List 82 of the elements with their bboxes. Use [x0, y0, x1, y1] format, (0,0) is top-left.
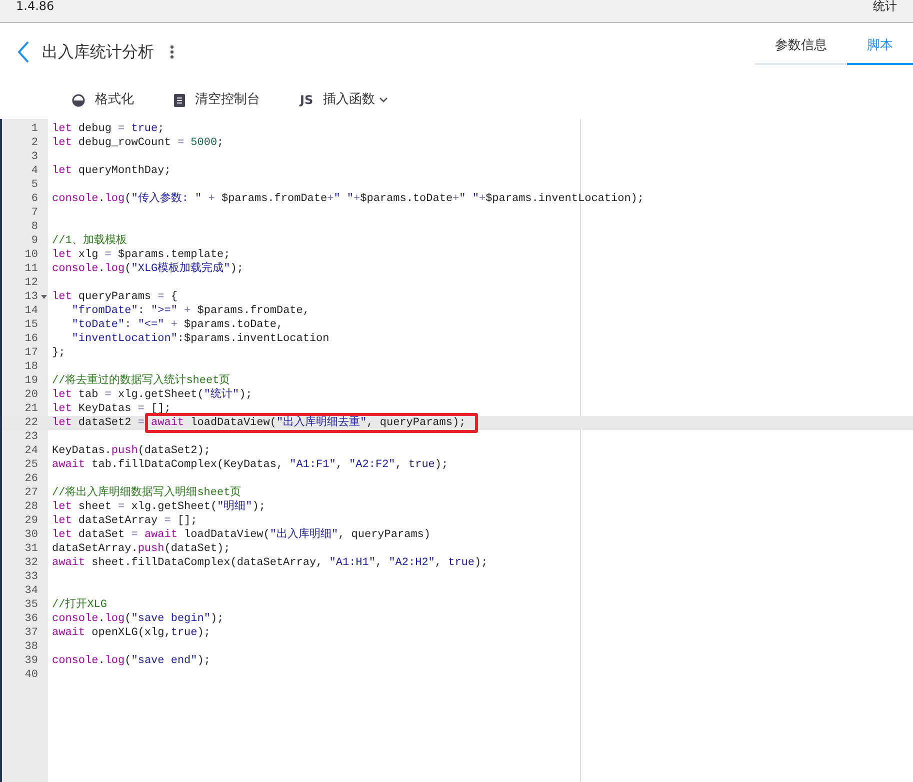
line-number: 22	[24, 416, 39, 430]
code-line: //将出入库明细数据写入明细sheet页	[51, 486, 242, 500]
code-line: console.log("save begin");	[51, 612, 224, 626]
line-number: 11	[24, 262, 39, 276]
line-number: 19	[24, 374, 39, 388]
line-number: 38	[24, 640, 39, 654]
line-number: 40	[24, 668, 39, 682]
code-line: let queryMonthDay;	[51, 164, 171, 178]
code-line: let debug = true;	[51, 122, 164, 136]
line-number: 23	[24, 430, 39, 444]
code-line: let debug_rowCount = 5000;	[51, 136, 224, 150]
code-line: let dataSet2 =	[51, 416, 146, 430]
code-line: let xlg = $params.template;	[51, 248, 230, 262]
tab[interactable]: 参数信息	[755, 29, 847, 63]
line-number: 5	[30, 178, 39, 192]
line-number: 14	[24, 304, 39, 318]
toolbar-button-label: 插入函数	[323, 91, 376, 110]
code-line: //打开XLG	[51, 598, 108, 612]
code-line: let dataSet = await loadDataView("出入库明细", queryParams)	[51, 528, 430, 542]
line-number: 3	[30, 150, 39, 164]
code-line: console.log("传入参数: " + $params.fromDate+" "+$params.toDate+" "+$params.inventLocation);	[51, 192, 644, 206]
code-line: let sheet = xlg.getSheet("明细");	[51, 500, 266, 514]
line-number: 10	[24, 248, 39, 262]
code-line: await openXLG(xlg,true);	[51, 626, 210, 640]
line-number: 35	[24, 598, 39, 612]
js-label: JS	[300, 92, 314, 109]
page-title: 出入库统计分析	[42, 41, 154, 63]
code-line: console.log("XLG模板加载完成");	[51, 262, 244, 276]
code-line: };	[51, 346, 66, 360]
code-line: console.log("save end");	[51, 654, 210, 668]
toolbar-button-label: 格式化	[95, 91, 134, 110]
code-line: "inventLocation":$params.inventLocation	[70, 332, 330, 346]
line-number: 37	[24, 626, 39, 640]
line-number: 39	[24, 654, 39, 668]
highlighted-code: await loadDataView("出入库明细去重", queryParams);	[145, 413, 478, 433]
line-number: 2	[30, 136, 39, 150]
line-number: 26	[24, 472, 39, 486]
line-number: 18	[24, 360, 39, 374]
version-text: 1.4.86	[16, 0, 54, 15]
line-number: 4	[30, 164, 39, 178]
line-number: 28	[24, 500, 39, 514]
more-icon[interactable]	[170, 45, 174, 59]
code-line: let queryParams = {	[51, 290, 178, 304]
line-number: 8	[30, 220, 39, 234]
line-number: 34	[24, 584, 39, 598]
code-line: //将去重过的数据写入统计sheet页	[51, 374, 230, 388]
code-line: await sheet.fillDataComplex(dataSetArray, "A1:H1", "A2:H2", true);	[51, 556, 488, 570]
code-line: let KeyDatas = [];	[51, 402, 171, 416]
code-line: KeyDatas.push(dataSet2);	[51, 444, 210, 458]
line-number: 7	[30, 206, 39, 220]
line-number: 36	[24, 612, 39, 626]
line-number: 21	[24, 402, 39, 416]
line-number: 20	[24, 388, 39, 402]
line-number: 17	[24, 346, 39, 360]
line-number: 27	[24, 486, 39, 500]
toolbar-button-label: 清空控制台	[195, 91, 260, 110]
line-number: 29	[24, 514, 39, 528]
top-bar-text: 统计	[873, 0, 897, 15]
line-number: 15	[24, 318, 39, 332]
code-line: //1、加载模板	[51, 234, 127, 248]
code-line: "toDate": "<=" + $params.toDate,	[70, 318, 284, 332]
code-line: await tab.fillDataComplex(KeyDatas, "A1:F1", "A2:F2", true);	[51, 458, 448, 472]
line-number: 1	[30, 122, 39, 136]
code-line: let dataSetArray = [];	[51, 514, 198, 528]
half-circle-icon	[72, 94, 85, 106]
code-line: let tab = xlg.getSheet("统计");	[51, 388, 252, 402]
line-number: 31	[24, 542, 39, 556]
line-number: 33	[24, 570, 39, 584]
line-number: 30	[24, 528, 39, 542]
fold-arrow-icon[interactable]	[41, 295, 47, 299]
line-number: 6	[30, 192, 39, 206]
line-number: 32	[24, 556, 39, 570]
line-number: 16	[24, 332, 39, 346]
line-number: 24	[24, 444, 39, 458]
line-number: 12	[24, 276, 39, 290]
line-number: 9	[30, 234, 39, 248]
back-icon[interactable]	[16, 40, 30, 64]
document-icon	[174, 94, 185, 106]
code-line: dataSetArray.push(dataSet);	[51, 542, 230, 556]
code-line: "fromDate": ">=" + $params.fromDate,	[70, 304, 310, 318]
line-number: 25	[24, 458, 39, 472]
line-number: 13	[2, 290, 48, 304]
